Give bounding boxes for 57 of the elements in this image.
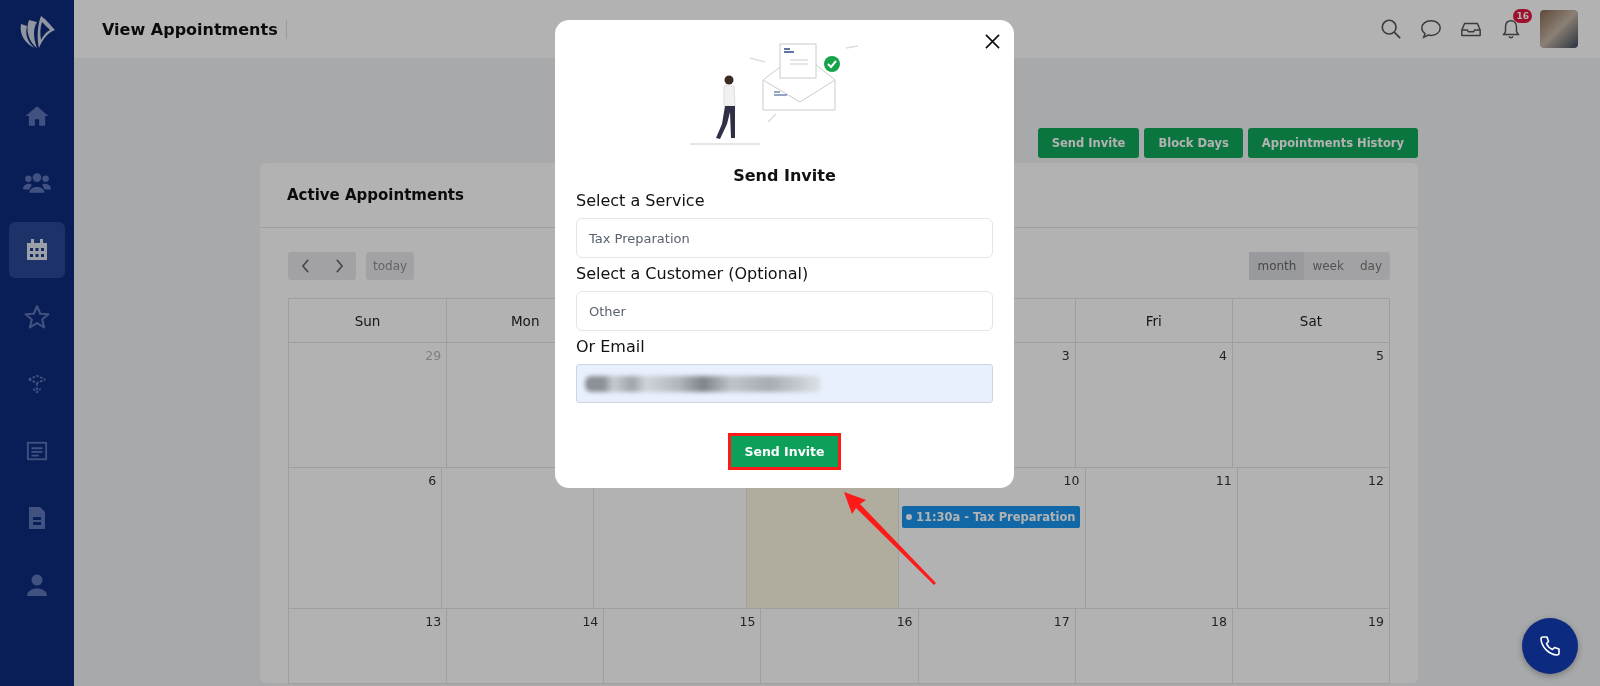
weekday-header: Mon (510, 312, 540, 329)
day-number: 17 (1053, 613, 1070, 631)
day-cell[interactable]: 11 (1084, 468, 1237, 609)
day-number: 13 (425, 613, 442, 631)
day-cell[interactable]: 16 (760, 609, 918, 683)
field-label: Select a Service (576, 191, 706, 210)
day-cell[interactable]: 4 (1074, 343, 1232, 468)
chat-icon[interactable] (1420, 18, 1442, 40)
day-number: 14 (582, 613, 599, 631)
bell-icon[interactable] (1500, 18, 1522, 40)
sidebar-item[interactable] (9, 222, 65, 278)
day-number: 16 (896, 613, 913, 631)
day-cell[interactable]: 6 (289, 468, 442, 609)
day-number: 6 (428, 472, 437, 490)
search-icon[interactable] (1380, 18, 1402, 40)
weekday-header: Sat (1299, 312, 1322, 329)
email-field[interactable] (576, 364, 993, 403)
day-cell[interactable]: 17 (917, 609, 1075, 683)
day-number: 18 (1210, 613, 1227, 631)
day-number: 4 (1218, 347, 1227, 365)
day-cell[interactable]: 12 (1236, 468, 1389, 609)
star-icon (24, 304, 50, 330)
photo-placeholder[interactable] (1540, 10, 1578, 48)
dialog-title: Send Invite (732, 166, 837, 185)
day-number: 10 (1063, 472, 1080, 490)
card-title: Active Appointments (287, 186, 464, 204)
day-number: 12 (1368, 472, 1384, 490)
board-icon (26, 440, 48, 462)
day-number: 19 (1368, 613, 1384, 631)
select-field[interactable]: Tax Preparation (576, 218, 993, 258)
day-cell[interactable]: 15 (603, 609, 761, 683)
chevron-left-icon (300, 259, 310, 273)
field-label: Or Email (576, 337, 646, 356)
day-number: 11 (1215, 472, 1232, 490)
page-title: View Appointments (102, 19, 287, 39)
day-cell[interactable]: 19 (1231, 609, 1389, 683)
day-number: 3 (1061, 347, 1070, 365)
document-icon (27, 506, 47, 530)
close-icon[interactable] (985, 34, 1000, 49)
day-number: 5 (1376, 347, 1384, 365)
day-cell[interactable]: 5 (1231, 343, 1389, 468)
day-cell[interactable]: 13 (289, 609, 447, 683)
select-field[interactable]: Other (576, 291, 993, 331)
weekday-header: Sun (354, 312, 381, 329)
day-cell[interactable]: 18 (1074, 609, 1232, 683)
weekday-header: Fri (1145, 312, 1162, 329)
notification-count: 16 (1513, 9, 1532, 23)
phone-icon (1538, 634, 1562, 658)
day-number: 15 (739, 613, 756, 631)
chevron-right-icon (334, 259, 344, 273)
day-cell[interactable]: 14 (446, 609, 604, 683)
field-label: Select a Customer (Optional) (576, 264, 810, 283)
box-icon (26, 373, 48, 395)
calendar-icon (26, 238, 48, 262)
phone-button[interactable] (1522, 618, 1578, 674)
users-icon (23, 171, 51, 195)
user-icon (25, 573, 49, 597)
